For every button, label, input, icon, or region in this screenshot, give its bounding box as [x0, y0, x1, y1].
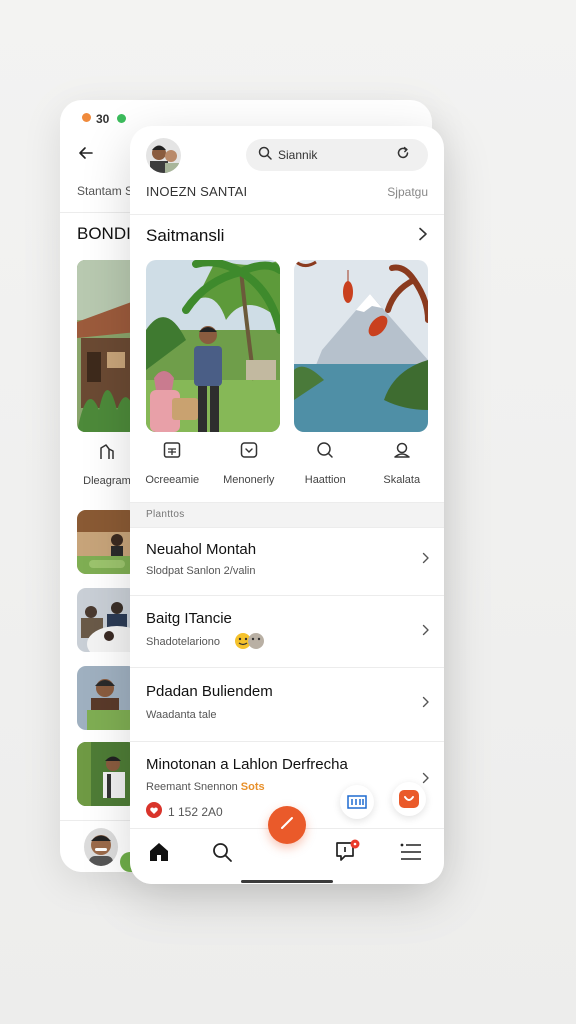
- back-subtitle: Stantam S: [77, 184, 134, 198]
- chevron-right-icon: [422, 551, 430, 569]
- divider: [130, 214, 444, 215]
- back-section-title: BONDI: [77, 224, 131, 243]
- section-title: Saitmansli: [146, 226, 225, 245]
- app-shortcut-blue[interactable]: [340, 785, 374, 819]
- list-item-subtitle: Reemant Snennon Sots: [146, 781, 265, 793]
- chevron-right-icon: [422, 695, 430, 713]
- list-item-meta-text: 1 152 2A0: [168, 804, 223, 819]
- chevron-right-icon[interactable]: [418, 227, 428, 246]
- action-label: Menonerly: [223, 474, 275, 486]
- calendar-icon: [162, 442, 182, 464]
- window-dots: [82, 113, 91, 122]
- action-label: Skalata: [383, 474, 421, 486]
- action-label: Ocreeamie: [145, 474, 200, 486]
- header-link[interactable]: Sjpatgu: [387, 185, 428, 199]
- list-item-meta: 1 152 2A0: [146, 802, 223, 821]
- search-input[interactable]: [278, 148, 390, 162]
- avatar[interactable]: [146, 138, 181, 173]
- search-icon[interactable]: [211, 841, 233, 868]
- status-dot-orange: [82, 113, 91, 122]
- message-icon: [239, 442, 259, 464]
- document-icon: [97, 444, 117, 466]
- list-item[interactable]: Neuahol Montah Slodpat Sanlon 2/valin: [130, 527, 444, 596]
- list-item-title: Baitg ITancie: [146, 610, 232, 627]
- back-action-item[interactable]: Dleagram: [77, 442, 137, 487]
- menu-icon[interactable]: [400, 843, 422, 866]
- action-label: Haattion: [304, 474, 346, 486]
- lake-photo[interactable]: [294, 260, 428, 432]
- main-screen: INOEZN SANTAI Sjpatgu Saitmansli: [130, 126, 444, 884]
- section-header[interactable]: Saitmansli: [146, 224, 428, 248]
- chevron-right-icon: [422, 771, 430, 789]
- band-label: Planttos: [146, 509, 185, 520]
- thumbnail-2[interactable]: [77, 588, 137, 652]
- home-indicator: [241, 880, 333, 883]
- avatar[interactable]: [84, 828, 118, 866]
- list-item[interactable]: Baitg ITancie Shadotelariono: [130, 595, 444, 668]
- action-row: Ocreeamie Menonerly Haattion Skalata: [130, 440, 444, 486]
- thumbnail-3[interactable]: [77, 666, 137, 730]
- chat-icon[interactable]: [335, 839, 361, 868]
- thumbnail-4[interactable]: [77, 742, 137, 806]
- app-shortcut-orange[interactable]: [392, 782, 426, 816]
- section-band: Planttos: [130, 502, 444, 528]
- search-icon: [258, 146, 272, 165]
- thumbnail-1[interactable]: [77, 510, 137, 574]
- chevron-right-icon: [422, 623, 430, 641]
- person-icon: [392, 442, 412, 464]
- list-item-subtitle: Slodpat Sanlon 2/valin: [146, 565, 256, 577]
- list-item-title: Pdadan Buliendem: [146, 683, 273, 700]
- list-item-subtitle: Waadanta tale: [146, 709, 217, 721]
- back-arrow-icon[interactable]: [78, 145, 94, 166]
- compose-button[interactable]: [268, 806, 306, 844]
- emoji-icon: [234, 632, 268, 655]
- action-message[interactable]: Menonerly: [211, 440, 287, 486]
- people-photo[interactable]: [146, 260, 280, 432]
- home-icon[interactable]: [148, 841, 170, 868]
- action-search[interactable]: Haattion: [287, 440, 363, 486]
- list-item-subtitle: Shadotelariono: [146, 636, 221, 648]
- header-title: INOEZN SANTAI: [146, 184, 248, 199]
- search-icon: [315, 442, 335, 464]
- refresh-icon[interactable]: [396, 146, 410, 165]
- status-dot-green: [117, 114, 126, 123]
- list-item[interactable]: Pdadan Buliendem Waadanta tale: [130, 667, 444, 742]
- list-item-subtitle-text: Reemant Snennon: [146, 781, 238, 793]
- pencil-icon: [278, 814, 296, 837]
- list-item-accent: Sots: [240, 781, 265, 793]
- list-item-title: Neuahol Montah: [146, 541, 257, 558]
- action-calendar[interactable]: Ocreeamie: [134, 440, 210, 486]
- action-person[interactable]: Skalata: [364, 440, 440, 486]
- search-bar[interactable]: [246, 139, 428, 171]
- house-photo[interactable]: [77, 260, 137, 432]
- list-item-title: Minotonan a Lahlon Derfrecha: [146, 756, 348, 773]
- status-text: 30: [96, 112, 110, 126]
- back-action-label: Dleagram: [83, 475, 131, 487]
- heart-icon: [146, 802, 162, 821]
